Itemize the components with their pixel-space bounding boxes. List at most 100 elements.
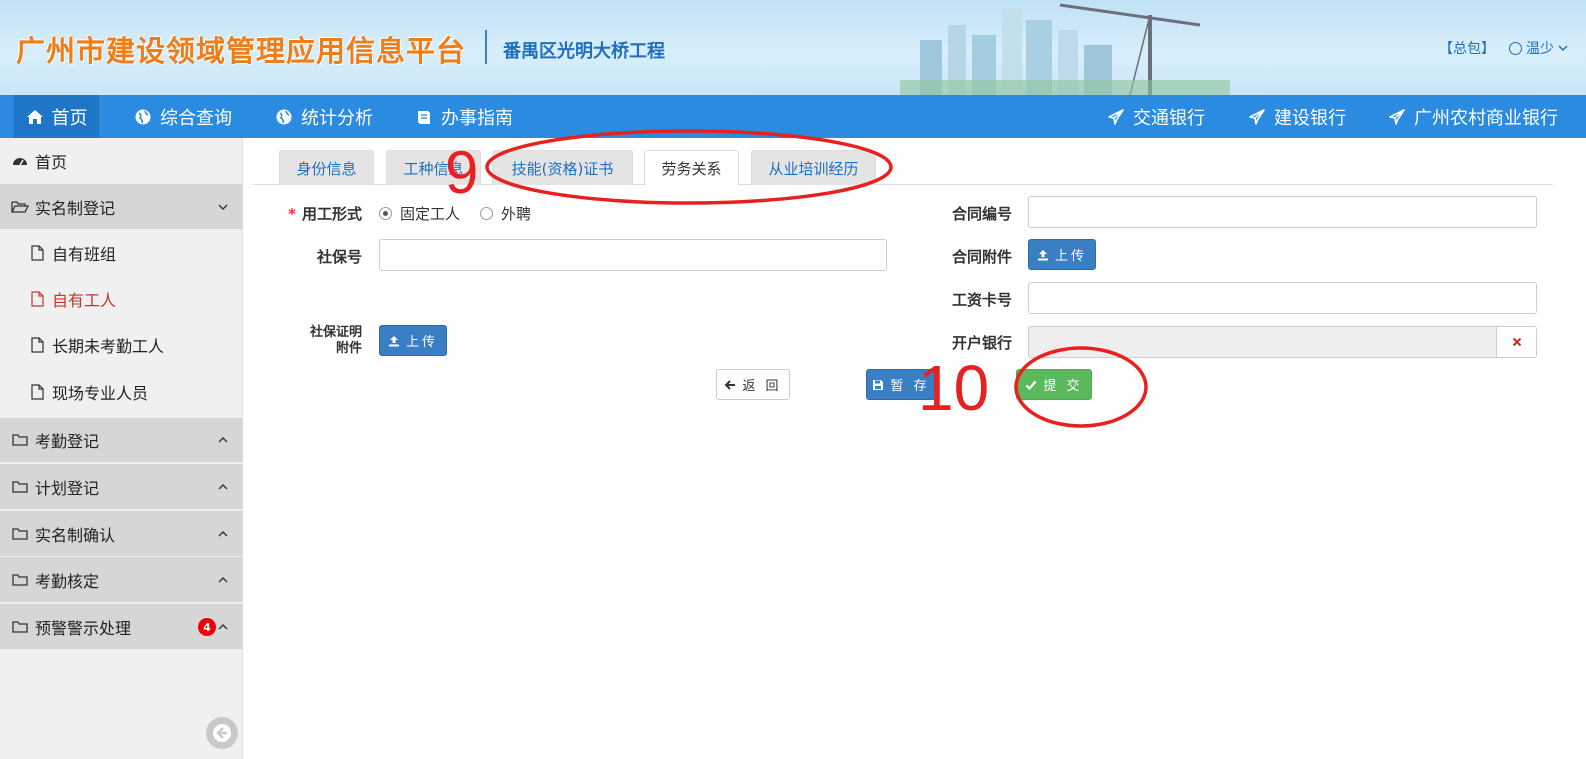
employment-type-radio-group: 固定工人 外聘: [379, 203, 531, 224]
nav-bank-ccb-label: 建设银行: [1274, 107, 1346, 129]
contract-attachment-label: 合同附件: [951, 248, 1012, 266]
nav-query[interactable]: 综合查询: [134, 95, 232, 138]
sidebar-item-home[interactable]: 首页: [0, 138, 243, 184]
sidebar-item-site-professionals[interactable]: 现场专业人员: [0, 368, 243, 416]
annotation-step-10: 10: [918, 352, 990, 424]
chevron-up-icon: [218, 623, 228, 629]
chevron-down-icon: [218, 204, 228, 210]
username: 温少: [1526, 41, 1554, 57]
nav-bank-bocom[interactable]: 交通银行: [1107, 95, 1205, 138]
submit-button[interactable]: 提 交: [1016, 369, 1092, 400]
social-security-upload-button[interactable]: 上传: [379, 325, 447, 356]
sidebar-item-own-workers[interactable]: 自有工人: [0, 276, 243, 322]
sidebar-group-label: 计划登记: [35, 478, 100, 498]
chevron-up-icon: [218, 437, 228, 443]
sidebar-group-label: 考勤核定: [35, 571, 100, 591]
nav-bank-grcb[interactable]: 广州农村商业银行: [1388, 95, 1558, 138]
employment-type-label: * 用工形式: [288, 205, 362, 223]
social-security-cert-label: 社保证明 附件: [309, 325, 362, 356]
sidebar-item-long-absent-workers[interactable]: 长期未考勤工人: [0, 322, 243, 368]
back-button[interactable]: 返 回: [716, 369, 790, 400]
nav-bank-ccb[interactable]: 建设银行: [1248, 95, 1346, 138]
bank-label: 开户银行: [951, 334, 1012, 352]
sidebar-group-realname-registration[interactable]: 实名制登记: [0, 184, 243, 230]
sidebar-group-attendance-verification[interactable]: 考勤核定: [0, 557, 243, 603]
sidebar-group-realname-confirmation[interactable]: 实名制确认: [0, 511, 243, 557]
tab-identity-info[interactable]: 身份信息: [279, 150, 374, 185]
nav-home[interactable]: 首页: [14, 95, 99, 138]
title-divider: [485, 30, 487, 64]
file-icon: [28, 383, 46, 401]
dashboard-icon: [11, 152, 29, 170]
sidebar-group-warning-handling[interactable]: 预警警示处理 4: [0, 604, 243, 650]
sidebar-collapse-button[interactable]: [206, 717, 238, 749]
radio-fixed-worker[interactable]: [379, 207, 392, 220]
bank-select-input[interactable]: [1028, 326, 1497, 358]
radio-fixed-worker-label: 固定工人: [400, 205, 461, 223]
nav-bank-bocom-label: 交通银行: [1133, 107, 1205, 129]
required-mark: *: [288, 205, 296, 223]
project-name: 番禺区光明大桥工程: [503, 41, 665, 62]
nav-guide-label: 办事指南: [441, 107, 513, 129]
chevron-up-icon: [218, 576, 228, 582]
sidebar-item-label: 现场专业人员: [52, 384, 149, 403]
contract-no-input[interactable]: [1028, 196, 1537, 228]
radio-outsourced-label: 外聘: [501, 205, 532, 223]
folder-icon: [11, 525, 29, 543]
chevron-up-icon: [218, 483, 228, 489]
tab-training-history[interactable]: 从业培训经历: [751, 150, 876, 185]
tab-labor-relationship[interactable]: 劳务关系: [644, 150, 739, 186]
close-icon: [1512, 337, 1521, 347]
folder-icon: [11, 618, 29, 636]
sidebar-item-label: 首页: [35, 153, 68, 172]
nav-bank-grcb-label: 广州农村商业银行: [1414, 107, 1558, 129]
sidebar-group-label: 实名制登记: [35, 198, 116, 218]
folder-icon: [11, 431, 29, 449]
sidebar-group-label: 预警警示处理: [35, 618, 132, 638]
annotation-step-9: 9: [445, 139, 479, 206]
folder-open-icon: [11, 198, 29, 216]
role-label: 【总包】: [1439, 41, 1495, 57]
file-icon: [28, 290, 46, 308]
sidebar-group-label: 考勤登记: [35, 432, 100, 451]
book-icon: [418, 110, 430, 124]
upload-icon: [1037, 249, 1048, 260]
header-banner: 广州市建设领域管理应用信息平台 番禺区光明大桥工程 【总包】 温少: [0, 0, 1586, 95]
header-user-area: 【总包】 温少: [1439, 38, 1568, 58]
sidebar-group-attendance-registration[interactable]: 考勤登记: [0, 417, 243, 463]
sidebar-item-label: 自有工人: [52, 291, 117, 310]
salary-card-label: 工资卡号: [951, 291, 1012, 309]
top-navbar: 首页 综合查询 统计分析 办事指南 交通银行 建设银行 广州农村商业银行: [0, 95, 1586, 138]
tab-skill-certificates[interactable]: 技能(资格)证书: [492, 150, 633, 185]
file-icon: [28, 244, 46, 262]
sidebar-item-label: 长期未考勤工人: [52, 337, 165, 356]
sidebar-item-own-team[interactable]: 自有班组: [0, 230, 243, 276]
send-icon: [1389, 108, 1405, 125]
globe-icon: [135, 109, 151, 124]
sidebar-group-label: 实名制确认: [35, 525, 116, 545]
app-title: 广州市建设领域管理应用信息平台: [16, 34, 467, 68]
home-icon: [26, 109, 43, 124]
globe-icon: [276, 109, 292, 124]
nav-statistics-label: 统计分析: [301, 107, 373, 129]
social-security-input[interactable]: [379, 239, 887, 271]
nav-guide[interactable]: 办事指南: [415, 95, 513, 138]
salary-card-input[interactable]: [1028, 282, 1537, 314]
city-skyline-illustration: [900, 3, 1230, 95]
sidebar-item-label: 自有班组: [52, 245, 117, 264]
radio-outsourced[interactable]: [480, 207, 494, 220]
contract-no-label: 合同编号: [951, 205, 1012, 223]
sidebar-group-plan-registration[interactable]: 计划登记: [0, 464, 243, 510]
sidebar: 首页 实名制登记 自有班组 自有工人 长期未考勤工人 现场专业人员 考勤登记 计…: [0, 138, 243, 759]
arrow-left-icon: [213, 724, 231, 742]
nav-query-label: 综合查询: [160, 107, 232, 129]
user-icon: [1509, 41, 1522, 55]
bank-clear-button[interactable]: [1497, 326, 1537, 358]
user-menu[interactable]: 温少: [1509, 38, 1568, 58]
send-icon: [1249, 108, 1265, 125]
nav-home-label: 首页: [51, 107, 88, 129]
contract-upload-button[interactable]: 上传: [1028, 239, 1096, 270]
nav-statistics[interactable]: 统计分析: [275, 95, 373, 138]
folder-icon: [11, 571, 29, 589]
folder-icon: [11, 478, 29, 496]
